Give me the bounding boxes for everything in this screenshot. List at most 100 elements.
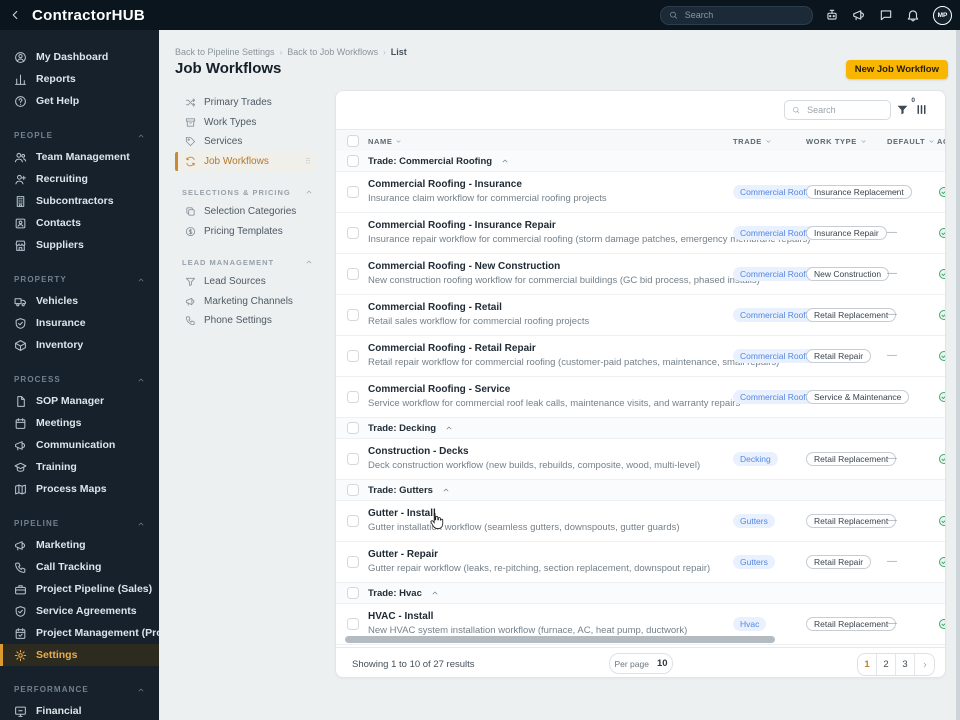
active-check-icon[interactable] — [938, 309, 945, 321]
sidebar-item-training[interactable]: Training — [0, 456, 159, 478]
row-checkbox[interactable] — [347, 268, 359, 280]
user-avatar[interactable]: MP — [933, 5, 952, 25]
notifications-icon[interactable] — [906, 8, 920, 22]
sidebar-section-process[interactable]: PROCESS — [0, 369, 159, 390]
table-row-commercial-roofing-retail-repair[interactable]: Commercial Roofing - Retail Repair Retail… — [336, 336, 945, 377]
filter-icon[interactable] — [896, 103, 909, 116]
sidebar-item-subcontractors[interactable]: Subcontractors — [0, 190, 159, 212]
sidebar-item-marketing[interactable]: Marketing — [0, 534, 159, 556]
sidebar-section-people[interactable]: PEOPLE — [0, 125, 159, 146]
group-row-trade-commercial-roofing[interactable]: Trade: Commercial Roofing — [336, 151, 945, 172]
subnav-section-selections-pricing[interactable]: SELECTIONS & PRICING — [175, 182, 315, 202]
table-row-commercial-roofing-insurance-repair[interactable]: Commercial Roofing - Insurance Repair Ins… — [336, 213, 945, 254]
active-check-icon[interactable] — [938, 350, 945, 362]
app-logo[interactable]: ContractorHUB — [32, 7, 145, 24]
sidebar-item-project-management-production[interactable]: Project Management (Production) — [0, 622, 159, 644]
sidebar-item-my-dashboard[interactable]: My Dashboard — [0, 46, 159, 68]
breadcrumb-list[interactable]: List — [391, 47, 407, 57]
horizontal-scrollbar-thumb[interactable] — [345, 636, 775, 643]
row-checkbox[interactable] — [347, 556, 359, 568]
column-header-default[interactable]: DEFAULT — [887, 130, 935, 152]
table-row-construction-decks[interactable]: Construction - Decks Deck construction wo… — [336, 439, 945, 480]
per-page-select[interactable]: Per page 10 — [609, 653, 673, 674]
sidebar-item-meetings[interactable]: Meetings — [0, 412, 159, 434]
group-row-trade-hvac[interactable]: Trade: Hvac — [336, 583, 945, 604]
row-checkbox[interactable] — [347, 186, 359, 198]
sidebar-scrollbar[interactable] — [956, 30, 960, 720]
sidebar-item-call-tracking[interactable]: Call Tracking — [0, 556, 159, 578]
assistant-bot-icon[interactable] — [825, 8, 839, 22]
active-check-icon[interactable] — [938, 618, 945, 630]
active-check-icon[interactable] — [938, 391, 945, 403]
active-check-icon[interactable] — [938, 453, 945, 465]
select-all-checkbox[interactable] — [347, 135, 359, 147]
back-chevron-icon[interactable] — [8, 8, 22, 22]
group-checkbox[interactable] — [347, 422, 359, 434]
subnav-item-selection-categories[interactable]: Selection Categories⠿ — [175, 202, 315, 222]
sidebar-item-vehicles[interactable]: Vehicles — [0, 290, 159, 312]
table-row-gutter-install[interactable]: Gutter - Install Gutter installation work… — [336, 501, 945, 542]
sidebar-item-insurance[interactable]: Insurance — [0, 312, 159, 334]
subnav-item-services[interactable]: Services⠿ — [175, 132, 315, 152]
row-checkbox[interactable] — [347, 618, 359, 630]
subnav-item-lead-sources[interactable]: Lead Sources⠿ — [175, 272, 315, 292]
group-row-trade-decking[interactable]: Trade: Decking — [336, 418, 945, 439]
announcements-icon[interactable] — [852, 8, 866, 22]
sidebar-section-property[interactable]: PROPERTY — [0, 269, 159, 290]
table-row-commercial-roofing-service[interactable]: Commercial Roofing - Service Service work… — [336, 377, 945, 418]
table-search-input[interactable] — [805, 104, 883, 116]
sidebar-item-suppliers[interactable]: Suppliers — [0, 234, 159, 256]
table-search[interactable] — [784, 100, 891, 120]
row-checkbox[interactable] — [347, 391, 359, 403]
group-checkbox[interactable] — [347, 484, 359, 496]
columns-icon[interactable] — [915, 103, 928, 116]
active-check-icon[interactable] — [938, 268, 945, 280]
global-search-input[interactable] — [682, 9, 804, 21]
drag-handle-icon[interactable]: ⠿ — [305, 157, 311, 166]
column-header-name[interactable]: NAME — [368, 130, 402, 152]
row-checkbox[interactable] — [347, 453, 359, 465]
sidebar-item-service-agreements[interactable]: Service Agreements — [0, 600, 159, 622]
sidebar-item-inventory[interactable]: Inventory — [0, 334, 159, 356]
column-header-trade[interactable]: TRADE — [733, 130, 772, 152]
new-job-workflow-button[interactable]: New Job Workflow — [845, 60, 948, 79]
sidebar-section-pipeline[interactable]: PIPELINE — [0, 513, 159, 534]
subnav-item-job-workflows[interactable]: Job Workflows ⠿ — [175, 151, 315, 171]
group-checkbox[interactable] — [347, 587, 359, 599]
page-button-3[interactable]: 3 — [896, 654, 915, 675]
row-checkbox[interactable] — [347, 350, 359, 362]
group-checkbox[interactable] — [347, 155, 359, 167]
subnav-item-phone-settings[interactable]: Phone Settings⠿ — [175, 311, 315, 331]
active-check-icon[interactable] — [938, 186, 945, 198]
subnav-item-pricing-templates[interactable]: Pricing Templates⠿ — [175, 222, 315, 242]
row-checkbox[interactable] — [347, 515, 359, 527]
sidebar-item-reports[interactable]: Reports — [0, 68, 159, 90]
row-checkbox[interactable] — [347, 227, 359, 239]
sidebar-item-financial[interactable]: Financial — [0, 700, 159, 720]
row-checkbox[interactable] — [347, 309, 359, 321]
sidebar-item-sop-manager[interactable]: SOP Manager — [0, 390, 159, 412]
subnav-section-lead-management[interactable]: LEAD MANAGEMENT — [175, 252, 315, 272]
subnav-item-marketing-channels[interactable]: Marketing Channels⠿ — [175, 292, 315, 312]
table-row-commercial-roofing-new-construction[interactable]: Commercial Roofing - New Construction New… — [336, 254, 945, 295]
page-button-1[interactable]: 1 — [858, 654, 877, 675]
breadcrumb-pipeline-settings[interactable]: Back to Pipeline Settings — [175, 47, 275, 57]
global-search[interactable] — [660, 5, 813, 25]
table-row-commercial-roofing-insurance[interactable]: Commercial Roofing - Insurance Insurance … — [336, 172, 945, 213]
sidebar-item-contacts[interactable]: Contacts — [0, 212, 159, 234]
table-row-commercial-roofing-retail[interactable]: Commercial Roofing - Retail Retail sales … — [336, 295, 945, 336]
sidebar-item-settings[interactable]: Settings — [0, 644, 159, 666]
sidebar-item-get-help[interactable]: Get Help — [0, 90, 159, 112]
subnav-item-work-types[interactable]: Work Types⠿ — [175, 113, 315, 133]
column-header-active[interactable]: ACTIVE — [937, 130, 945, 152]
next-page-button[interactable] — [915, 654, 934, 675]
table-row-gutter-repair[interactable]: Gutter - Repair Gutter repair workflow (l… — [336, 542, 945, 583]
active-check-icon[interactable] — [938, 556, 945, 568]
sidebar-item-process-maps[interactable]: Process Maps — [0, 478, 159, 500]
sidebar-item-project-pipeline-sales[interactable]: Project Pipeline (Sales) — [0, 578, 159, 600]
sidebar-section-performance[interactable]: PERFORMANCE — [0, 679, 159, 700]
active-check-icon[interactable] — [938, 227, 945, 239]
column-header-work-type[interactable]: WORK TYPE — [806, 130, 867, 152]
sidebar-item-team-management[interactable]: Team Management — [0, 146, 159, 168]
breadcrumb-job-workflows[interactable]: Back to Job Workflows — [287, 47, 378, 57]
